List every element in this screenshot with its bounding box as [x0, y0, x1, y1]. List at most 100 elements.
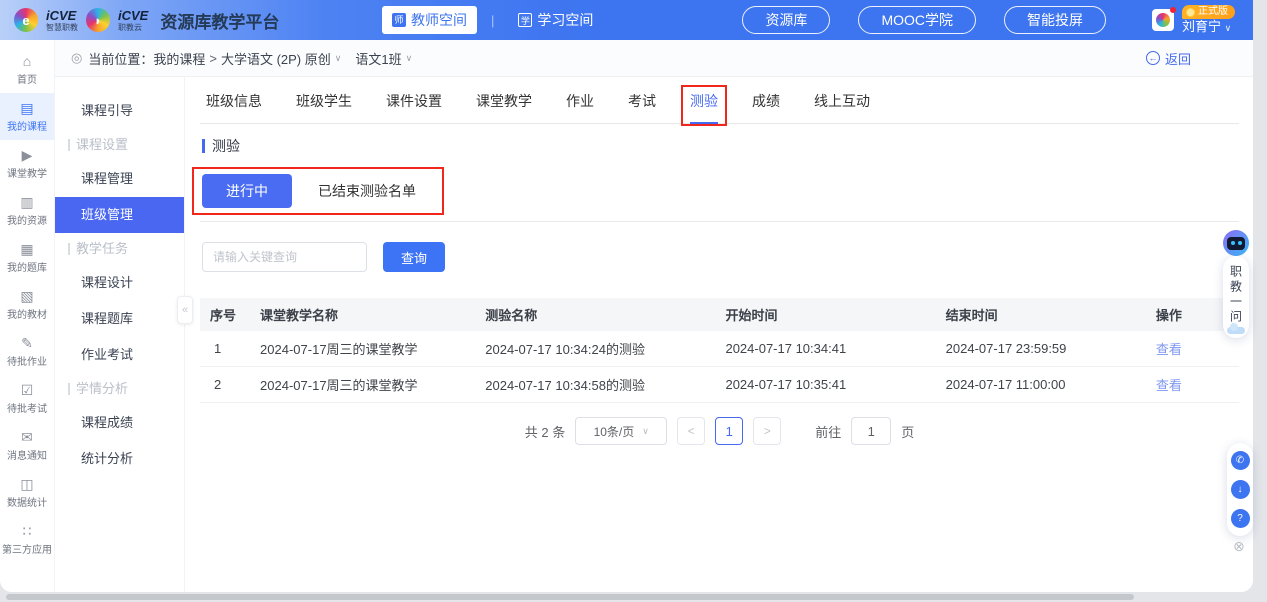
help-icon: ?: [1237, 513, 1243, 524]
user-name-menu[interactable]: 刘育宁 ∨: [1182, 19, 1231, 35]
keyword-search-input[interactable]: [202, 242, 367, 272]
breadcrumb-my-courses[interactable]: 我的课程: [153, 49, 205, 68]
header-end-time: 结束时间: [936, 298, 1146, 331]
group-bar-icon: [68, 243, 70, 255]
location-icon: ◎: [71, 50, 82, 66]
view-link[interactable]: 查看: [1156, 378, 1182, 393]
robot-icon: [1223, 230, 1249, 256]
tab-grades[interactable]: 成绩: [752, 91, 780, 123]
menu-item-course-design[interactable]: 课程设计: [55, 265, 184, 301]
rail-item-classroom-teaching[interactable]: ▶ 课堂教学: [0, 140, 54, 187]
rail-item-my-resources[interactable]: ▥ 我的资源: [0, 187, 54, 234]
sidebar-collapse-handle[interactable]: «: [177, 296, 193, 324]
menu-item-course-management[interactable]: 课程管理: [55, 161, 184, 197]
pagination-total: 共 2 条: [525, 422, 565, 441]
tab-exam[interactable]: 考试: [628, 91, 656, 123]
group-bar-icon: [68, 139, 70, 151]
tab-online-interaction[interactable]: 线上互动: [814, 91, 870, 123]
table-row: 1 2024-07-17周三的课堂教学 2024-07-17 10:34:24的…: [200, 331, 1239, 367]
tab-quiz[interactable]: 测验: [690, 91, 718, 124]
breadcrumb: ◎ 当前位置： 我的课程 > 大学语文 (2P) 原创 ∨ 语文1班 ∨ ← 返…: [55, 40, 1253, 77]
medal-icon: [1186, 8, 1195, 17]
resource-library-button[interactable]: 资源库: [742, 6, 830, 34]
prev-page-button[interactable]: <: [677, 417, 705, 445]
tab-class-students[interactable]: 班级学生: [296, 91, 352, 123]
rail-item-third-party-apps[interactable]: ∷ 第三方应用: [0, 516, 54, 563]
menu-item-homework-exam[interactable]: 作业考试: [55, 337, 184, 373]
menu-item-course-grades[interactable]: 课程成绩: [55, 405, 184, 441]
cell-no: 2: [200, 367, 250, 403]
header-start-time: 开始时间: [715, 298, 935, 331]
menu-group-label: 学情分析: [76, 373, 128, 405]
menu-item-course-guide[interactable]: 课程引导: [55, 93, 184, 129]
chevron-down-icon: ∨: [1225, 23, 1232, 33]
rail-item-pending-homework[interactable]: ✎ 待批作业: [0, 328, 54, 375]
smart-screencast-button[interactable]: 智能投屏: [1004, 6, 1106, 34]
header-quiz-name: 测验名称: [475, 298, 715, 331]
chevron-down-icon: ∨: [335, 53, 342, 64]
next-page-button[interactable]: >: [753, 417, 781, 445]
menu-item-class-management[interactable]: 班级管理: [55, 197, 184, 233]
cell-end-time: 2024-07-17 11:00:00: [936, 367, 1146, 403]
zhijiaoyun-logo-icon: ◗: [86, 8, 110, 32]
rail-label-data-statistics: 数据统计: [7, 494, 47, 509]
horizontal-scrollbar[interactable]: [6, 594, 1134, 600]
version-badge: 正式版: [1182, 5, 1235, 19]
page-size-select[interactable]: 10条/页 ∨: [575, 417, 667, 445]
back-button[interactable]: ← 返回: [1146, 49, 1191, 68]
view-link[interactable]: 查看: [1156, 342, 1182, 357]
rail-item-messages[interactable]: ✉ 消息通知: [0, 422, 54, 469]
rail-label-home: 首页: [17, 71, 37, 86]
goto-page-input[interactable]: [851, 417, 891, 445]
rail-item-pending-exams[interactable]: ☑ 待批考试: [0, 375, 54, 422]
avatar[interactable]: [1152, 9, 1174, 31]
ai-assistant-widget[interactable]: 职教一问: [1221, 232, 1251, 338]
logo1-subtitle: 智慧职教: [46, 24, 78, 32]
class-dropdown[interactable]: 语文1班 ∨: [355, 49, 412, 68]
top-header: e iCVE 智慧职教 ◗ iCVE 职教云 资源库教学平台 师 教师空间 | …: [0, 0, 1253, 40]
rail-label-textbooks: 我的教材: [7, 306, 47, 321]
zhijiaoyun-logo-text: iCVE 职教云: [118, 9, 148, 32]
rail-item-home[interactable]: ⌂ 首页: [0, 46, 54, 93]
close-floating-buttons[interactable]: ⊗: [1233, 538, 1245, 555]
menu-group-course-settings: 课程设置: [55, 129, 184, 161]
download-button[interactable]: ↓: [1231, 480, 1250, 499]
rail-item-data-statistics[interactable]: ◫ 数据统计: [0, 469, 54, 516]
mooc-academy-button[interactable]: MOOC学院: [858, 6, 976, 34]
pagination: 共 2 条 10条/页 ∨ < 1 > 前往 页: [200, 417, 1239, 445]
course-side-menu: 课程引导 课程设置 课程管理 班级管理 教学任务 课程设计 课程题库 作业考试 …: [55, 77, 185, 592]
help-button[interactable]: ?: [1231, 509, 1250, 528]
cell-no: 1: [200, 331, 250, 367]
teacher-space-button[interactable]: 师 教师空间: [382, 6, 477, 34]
class-tabs: 班级信息 班级学生 课件设置 课堂教学 作业 考试 测验 成绩 线上互动: [200, 87, 1239, 124]
tab-class-info[interactable]: 班级信息: [206, 91, 262, 123]
current-page-button[interactable]: 1: [715, 417, 743, 445]
course-dropdown[interactable]: 大学语文 (2P) 原创 ∨: [221, 49, 341, 68]
tab-courseware-settings[interactable]: 课件设置: [386, 91, 442, 123]
cell-class-name: 2024-07-17周三的课堂教学: [250, 331, 475, 367]
class-dropdown-label: 语文1班: [355, 49, 401, 68]
rail-item-my-courses[interactable]: ▤ 我的课程: [0, 93, 54, 140]
zhihuizhijiao-logo-text: iCVE 智慧职教: [46, 9, 78, 32]
learning-space-button[interactable]: 学 学习空间: [508, 6, 603, 34]
menu-group-label: 课程设置: [76, 129, 128, 161]
teacher-space-icon: 师: [392, 13, 406, 27]
menu-item-course-question-bank[interactable]: 课程题库: [55, 301, 184, 337]
main-content: 班级信息 班级学生 课件设置 课堂教学 作业 考试 测验 成绩 线上互动 测验 …: [185, 77, 1253, 592]
subtab-in-progress[interactable]: 进行中: [202, 174, 292, 208]
section-title-text: 测验: [212, 136, 240, 156]
tab-classroom-teaching[interactable]: 课堂教学: [476, 91, 532, 123]
menu-item-statistical-analysis[interactable]: 统计分析: [55, 441, 184, 477]
breadcrumb-separator: >: [209, 51, 217, 66]
rail-label-question-bank: 我的题库: [7, 259, 47, 274]
query-button[interactable]: 查询: [383, 242, 445, 272]
tab-homework[interactable]: 作业: [566, 91, 594, 123]
rail-item-textbooks[interactable]: ▧ 我的教材: [0, 281, 54, 328]
subtab-finished-list[interactable]: 已结束测验名单: [314, 174, 420, 208]
zhihuizhijiao-logo-icon: e: [14, 8, 38, 32]
chevron-down-icon: ∨: [642, 426, 649, 437]
page-size-value: 10条/页: [594, 423, 635, 440]
menu-group-learning-analysis: 学情分析: [55, 373, 184, 405]
customer-support-button[interactable]: ✆: [1231, 451, 1250, 470]
rail-item-question-bank[interactable]: ▦ 我的题库: [0, 234, 54, 281]
